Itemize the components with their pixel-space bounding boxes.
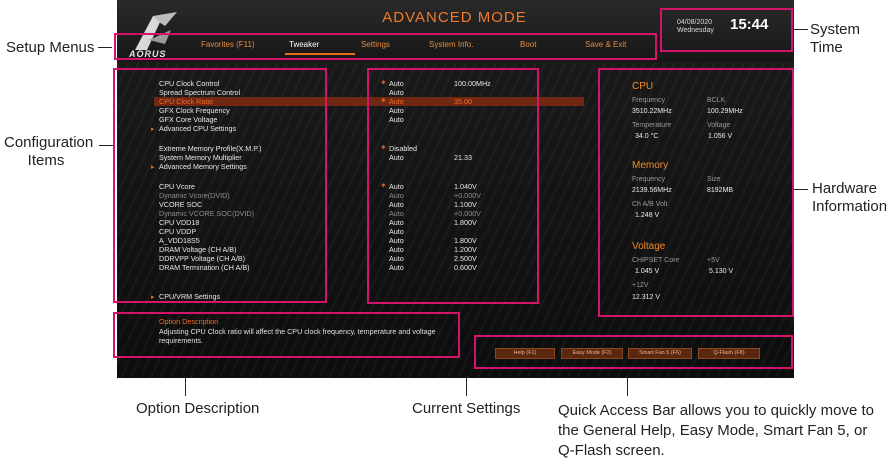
annotation-system-time: System Time	[810, 21, 861, 56]
mode-title: ADVANCED MODE	[382, 9, 527, 26]
annotation-quick-access: Quick Access Bar allows you to quickly m…	[558, 402, 874, 459]
pointer-line-config	[99, 145, 113, 146]
annotation-configuration-items: Configuration Items	[4, 134, 94, 169]
frame-setup-menus	[114, 33, 657, 60]
annotation-setup-menus: Setup Menus	[6, 39, 95, 56]
pointer-line-hardware	[794, 189, 808, 190]
annotation-hardware-info: Hardware Information	[812, 180, 888, 215]
annotation-current-settings: Current Settings	[412, 400, 521, 417]
frame-hardware-info	[598, 68, 794, 317]
frame-system-time	[660, 8, 793, 52]
annotation-option-description: Option Description	[136, 400, 260, 417]
frame-quick-access	[474, 335, 793, 369]
pointer-line-setup-menus	[98, 47, 112, 48]
pointer-line-time	[794, 29, 808, 30]
frame-configuration-items	[113, 68, 327, 303]
frame-option-description	[113, 312, 460, 358]
frame-current-settings	[367, 68, 539, 304]
